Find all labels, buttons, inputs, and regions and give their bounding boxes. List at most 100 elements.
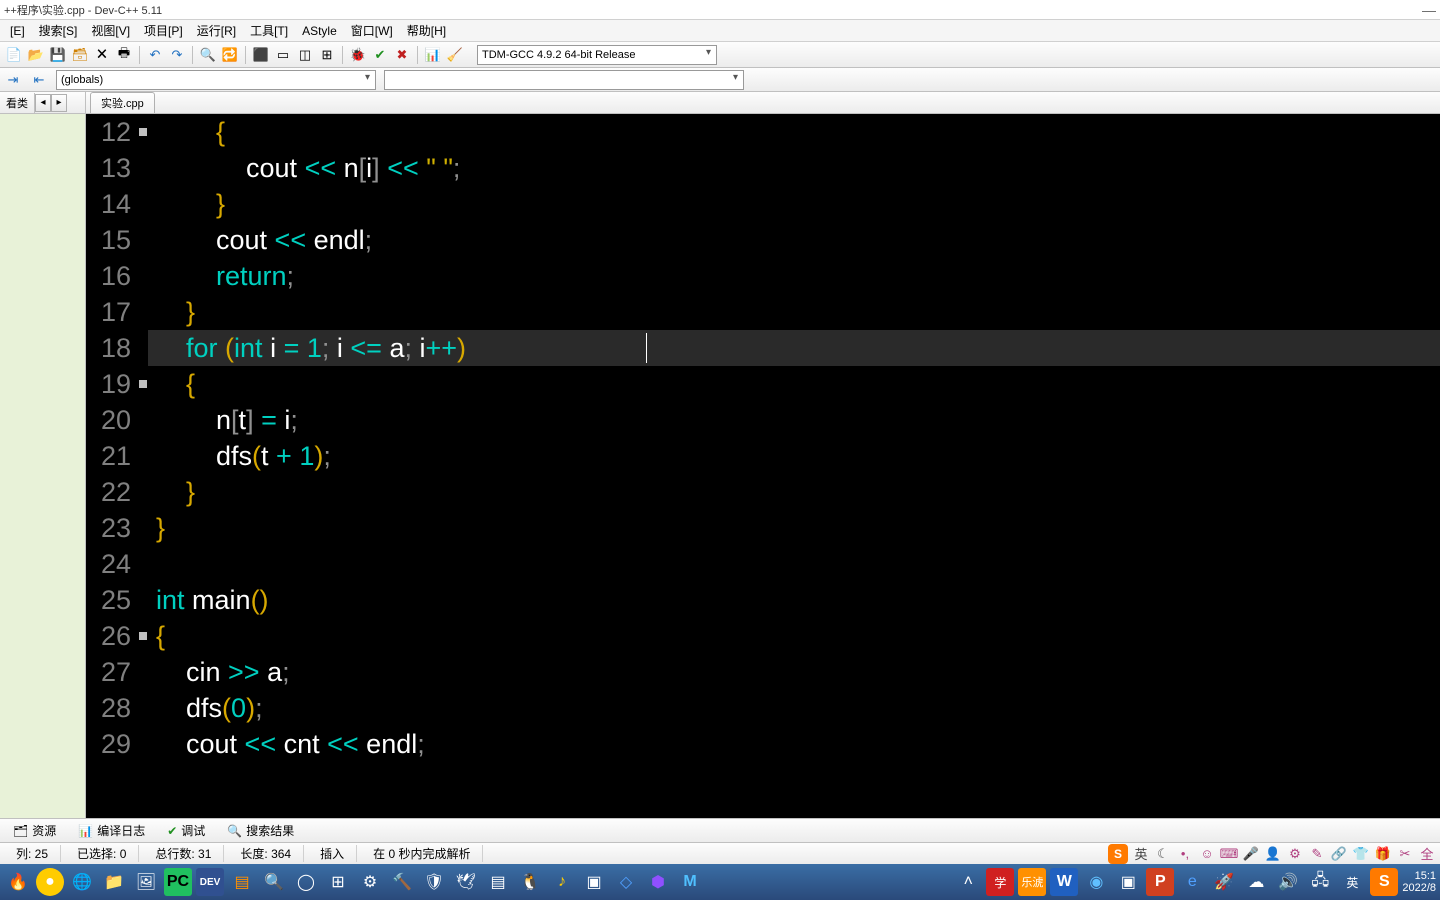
- task-m-icon[interactable]: M: [676, 868, 704, 896]
- task-ie-icon[interactable]: e: [1178, 868, 1206, 896]
- open-file-icon[interactable]: 📂: [26, 45, 46, 65]
- globals-select[interactable]: [56, 70, 376, 90]
- menu-view[interactable]: 视图[V]: [85, 20, 136, 41]
- cancel-icon[interactable]: ✖: [392, 45, 412, 65]
- compiler-select[interactable]: [477, 45, 717, 65]
- sidebar-tab-next[interactable]: ▸: [51, 94, 67, 112]
- keyboard-icon[interactable]: ⌨: [1220, 845, 1238, 863]
- menu-run[interactable]: 运行[R]: [191, 20, 242, 41]
- menu-window[interactable]: 窗口[W]: [345, 20, 399, 41]
- sidebar-tab-prev[interactable]: ◂: [35, 94, 51, 112]
- stop-icon[interactable]: ✔: [370, 45, 390, 65]
- task-code-icon[interactable]: ◇: [612, 868, 640, 896]
- bottom-tab-debug[interactable]: ✔调试: [158, 819, 214, 842]
- replace-icon[interactable]: 🔁: [220, 45, 240, 65]
- members-select[interactable]: [384, 70, 744, 90]
- menu-search[interactable]: 搜索[S]: [33, 20, 84, 41]
- menu-edit[interactable]: [E]: [4, 22, 31, 40]
- task-chevron-up-icon[interactable]: ˄: [954, 868, 982, 896]
- members-select-wrap[interactable]: [384, 70, 744, 90]
- task-image-icon[interactable]: 🖼: [132, 868, 160, 896]
- task-cortana-icon[interactable]: ◯: [292, 868, 320, 896]
- debug-icon[interactable]: 🐞: [348, 45, 368, 65]
- gift-icon[interactable]: 🎁: [1374, 845, 1392, 863]
- menu-help[interactable]: 帮助[H]: [401, 20, 452, 41]
- task-app1-icon[interactable]: ▤: [484, 868, 512, 896]
- run-icon[interactable]: ▭: [273, 45, 293, 65]
- bottom-tab-resource[interactable]: 🗂资源: [4, 819, 65, 842]
- sogou-ime-icon[interactable]: S: [1108, 844, 1128, 864]
- task-rocket-icon[interactable]: 🚀: [1210, 868, 1238, 896]
- task-app3-icon[interactable]: ◉: [1082, 868, 1110, 896]
- task-devcpp-icon[interactable]: DEV: [196, 868, 224, 896]
- task-terminal-icon[interactable]: ▣: [580, 868, 608, 896]
- find-icon[interactable]: 🔍: [198, 45, 218, 65]
- code-editor[interactable]: 121314151617181920212223242526272829 { c…: [86, 114, 1440, 818]
- back-icon[interactable]: ⇤: [30, 71, 48, 89]
- bottom-tab-compile-log[interactable]: 📊编译日志: [69, 819, 154, 842]
- shirt-icon[interactable]: 👕: [1352, 845, 1370, 863]
- task-dove-icon[interactable]: 🕊: [452, 868, 480, 896]
- task-xue-icon[interactable]: 学: [986, 868, 1014, 896]
- person-icon[interactable]: 👤: [1264, 845, 1282, 863]
- task-hammer-icon[interactable]: 🔨: [388, 868, 416, 896]
- mic-icon[interactable]: 🎤: [1242, 845, 1260, 863]
- compiler-select-wrap[interactable]: [477, 45, 717, 65]
- redo-icon[interactable]: ↷: [167, 45, 187, 65]
- face-icon[interactable]: ☺: [1198, 845, 1216, 863]
- profile-icon[interactable]: 📊: [423, 45, 443, 65]
- task-music-icon[interactable]: ♪: [548, 868, 576, 896]
- goto-icon[interactable]: ⇥: [4, 71, 22, 89]
- scissors-icon[interactable]: ✂: [1396, 845, 1414, 863]
- task-explorer-icon[interactable]: 📁: [100, 868, 128, 896]
- minimize-button[interactable]: —: [1422, 2, 1436, 18]
- task-search-icon[interactable]: 🔍: [260, 868, 288, 896]
- moon-icon[interactable]: ☾: [1154, 845, 1172, 863]
- compile-run-icon[interactable]: ◫: [295, 45, 315, 65]
- menu-astyle[interactable]: AStyle: [296, 22, 343, 40]
- task-ime-icon[interactable]: 英: [1338, 868, 1366, 896]
- debug2-icon[interactable]: 🧹: [445, 45, 465, 65]
- dots-icon[interactable]: •,: [1176, 845, 1194, 863]
- taskbar-clock[interactable]: 15:1 2022/8: [1402, 870, 1436, 894]
- task-onedrive-icon[interactable]: ☁: [1242, 868, 1270, 896]
- save-icon[interactable]: 💾: [48, 45, 68, 65]
- compile-icon[interactable]: ⬛: [251, 45, 271, 65]
- task-flame-icon[interactable]: 🔥: [4, 868, 32, 896]
- task-word-icon[interactable]: W: [1050, 868, 1078, 896]
- task-360-icon[interactable]: ●: [36, 868, 64, 896]
- task-ppt-icon[interactable]: P: [1146, 868, 1174, 896]
- menu-tools[interactable]: 工具[T]: [244, 20, 294, 41]
- new-file-icon[interactable]: 📄: [4, 45, 24, 65]
- save-all-icon[interactable]: 🗃: [70, 45, 90, 65]
- bottom-tab-find-results[interactable]: 🔍搜索结果: [218, 819, 303, 842]
- task-lehua-icon[interactable]: 乐淲: [1018, 868, 1046, 896]
- check-icon: ✔: [167, 824, 177, 838]
- gear-icon[interactable]: ⚙: [1286, 845, 1304, 863]
- file-tab-active[interactable]: 实验.cpp: [90, 92, 155, 113]
- task-chrome-icon[interactable]: 🌐: [68, 868, 96, 896]
- task-windows-icon[interactable]: ⊞: [324, 868, 352, 896]
- task-app2-icon[interactable]: ⬢: [644, 868, 672, 896]
- undo-icon[interactable]: ↶: [145, 45, 165, 65]
- print-icon[interactable]: 🖶: [114, 45, 134, 65]
- task-network-icon[interactable]: 🖧: [1306, 868, 1334, 896]
- fullwidth-icon[interactable]: 全: [1418, 845, 1436, 863]
- task-volume-icon[interactable]: 🔊: [1274, 868, 1302, 896]
- ime-lang[interactable]: 英: [1132, 845, 1150, 863]
- rebuild-icon[interactable]: ⊞: [317, 45, 337, 65]
- task-sublime-icon[interactable]: ▤: [228, 868, 256, 896]
- code-content[interactable]: { cout << n[i] << " "; } cout << endl; r…: [148, 114, 1440, 818]
- globals-select-wrap[interactable]: [56, 70, 376, 90]
- task-pycharm-icon[interactable]: PC: [164, 868, 192, 896]
- task-steam-icon[interactable]: ⚙: [356, 868, 384, 896]
- task-sogou-icon[interactable]: S: [1370, 868, 1398, 896]
- pencil-icon[interactable]: ✎: [1308, 845, 1326, 863]
- close-icon[interactable]: 🗙: [92, 45, 112, 65]
- task-app4-icon[interactable]: ▣: [1114, 868, 1142, 896]
- menu-project[interactable]: 项目[P]: [138, 20, 189, 41]
- link-icon[interactable]: 🔗: [1330, 845, 1348, 863]
- task-shield-icon[interactable]: 🛡: [420, 868, 448, 896]
- task-qq-icon[interactable]: 🐧: [516, 868, 544, 896]
- sidebar-tab-classes[interactable]: 看类: [0, 93, 35, 113]
